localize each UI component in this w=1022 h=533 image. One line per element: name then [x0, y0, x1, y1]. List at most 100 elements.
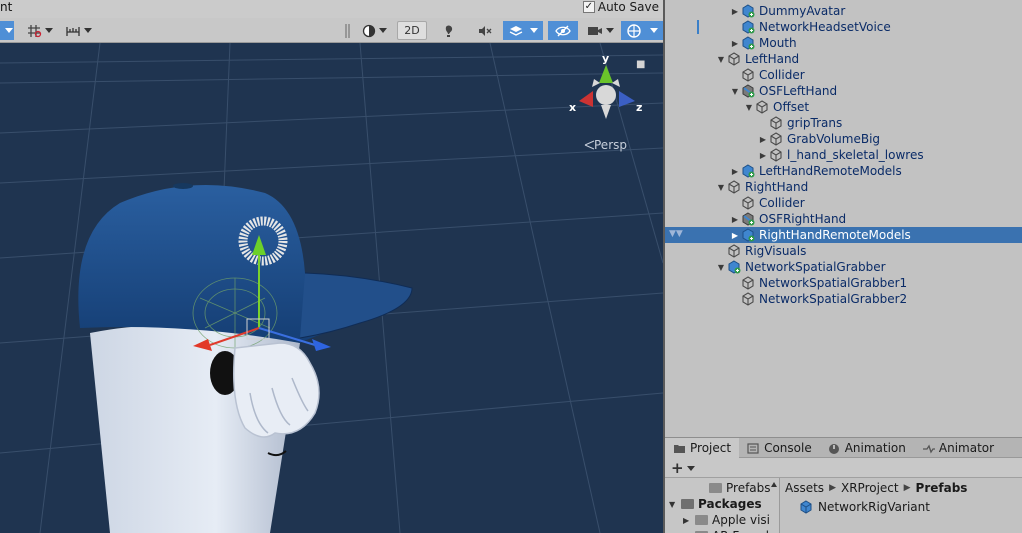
expand-arrow-icon[interactable]: ▼ — [669, 500, 681, 509]
tab-project[interactable]: Project — [665, 438, 740, 458]
hand-model — [233, 342, 320, 438]
override-marker — [697, 20, 699, 34]
persp-toggle[interactable]: Persp — [582, 138, 627, 152]
shading-mode-dropdown[interactable] — [357, 21, 391, 40]
collapse-arrow-icon[interactable]: ▶ — [729, 231, 741, 240]
draw-mode-dropdown[interactable] — [0, 21, 14, 40]
expand-arrow-icon[interactable]: ▼ — [729, 87, 741, 96]
add-asset-caret-icon[interactable] — [687, 466, 695, 471]
breadcrumb-item[interactable]: XRProject — [841, 481, 899, 495]
axis-label-x[interactable]: x — [569, 101, 576, 114]
hierarchy-row[interactable]: ▶ OSFRightHand — [665, 211, 1022, 227]
camera-dropdown[interactable] — [583, 21, 617, 40]
lighting-toggle[interactable] — [436, 21, 462, 40]
hierarchy-panel: ▶ DummyAvatar NetworkHeadsetVoice ▶ Mouth ▼ Le… — [665, 0, 1022, 437]
hierarchy-row[interactable]: ▶ DummyAvatar — [665, 3, 1022, 19]
hierarchy-row[interactable]: ▼ OSFLeftHand — [665, 83, 1022, 99]
asset-item[interactable]: NetworkRigVariant — [799, 500, 930, 514]
collapse-arrow-icon[interactable]: ▶ — [729, 215, 741, 224]
hierarchy-row-label: NetworkSpatialGrabber — [745, 260, 886, 274]
toggle-2d-button[interactable]: 2D — [397, 21, 427, 40]
visibility-marker-icon[interactable]: ▼▼ — [669, 229, 683, 239]
prefab-variant-icon — [741, 84, 755, 98]
expand-arrow-icon[interactable]: ▼ — [715, 183, 727, 192]
hierarchy-row[interactable]: ▶ LeftHandRemoteModels — [665, 163, 1022, 179]
hierarchy-row[interactable]: Collider — [665, 67, 1022, 83]
collapse-arrow-icon[interactable]: ▶ — [757, 151, 769, 160]
audio-toggle[interactable] — [472, 21, 498, 40]
collapse-arrow-icon[interactable]: ▶ — [683, 516, 695, 525]
scene-render — [0, 43, 663, 533]
scene-viewport[interactable]: y x z ■ Persp — [0, 43, 663, 533]
gameobject-icon — [769, 132, 783, 146]
scene-view[interactable]: nt ✓ Auto Save 2D y x z ■ Persp — [0, 0, 663, 533]
prefab-icon — [800, 500, 812, 514]
folder-open-icon — [681, 499, 694, 509]
auto-save-toggle[interactable]: ✓ Auto Save — [582, 0, 659, 14]
scroll-up-icon[interactable] — [771, 482, 777, 487]
gameobject-icon — [741, 68, 755, 82]
grid-snap-dropdown[interactable] — [22, 21, 56, 40]
hierarchy-row[interactable]: NetworkSpatialGrabber2 — [665, 291, 1022, 307]
folder-row[interactable]: ▶AR Found — [683, 528, 769, 533]
gameobject-icon — [727, 52, 741, 66]
hierarchy-row-label: LeftHandRemoteModels — [759, 164, 902, 178]
shading-sphere-icon — [362, 24, 375, 37]
hierarchy-row-label: Mouth — [759, 36, 797, 50]
axis-label-y[interactable]: y — [602, 52, 609, 65]
hierarchy-row[interactable]: ▼ Offset — [665, 99, 1022, 115]
expand-arrow-icon[interactable]: ▼ — [715, 263, 727, 272]
hierarchy-row-label: RightHand — [745, 180, 809, 194]
project-folder-tree[interactable]: Prefabs ▼ Packages▶ Apple visi▶AR Found — [665, 478, 780, 533]
hierarchy-row-label: NetworkSpatialGrabber1 — [759, 276, 908, 290]
hierarchy-row-label: GrabVolumeBig — [787, 132, 881, 146]
breadcrumb: Assets ▶ XRProject ▶ Prefabs — [785, 481, 967, 495]
hierarchy-row[interactable]: ▼ NetworkSpatialGrabber — [665, 259, 1022, 275]
gameobject-icon — [741, 292, 755, 306]
hierarchy-row[interactable]: ▶ RightHandRemoteModels — [665, 227, 1022, 243]
prefab-network-icon — [741, 36, 755, 50]
auto-save-checkbox[interactable]: ✓ — [582, 1, 595, 13]
gameobject-icon — [727, 244, 741, 258]
hierarchy-row-label: NetworkSpatialGrabber2 — [759, 292, 908, 306]
folder-row[interactable]: ▼ Packages — [669, 496, 762, 512]
hierarchy-row-label: OSFRightHand — [759, 212, 847, 226]
auto-save-label: Auto Save — [597, 0, 659, 14]
hierarchy-row-label: LeftHand — [745, 52, 800, 66]
hierarchy-row[interactable]: RigVisuals — [665, 243, 1022, 259]
expand-arrow-icon[interactable]: ▼ — [715, 55, 727, 64]
folder-row[interactable]: Prefabs — [697, 480, 771, 496]
collapse-arrow-icon[interactable]: ▶ — [729, 39, 741, 48]
hierarchy-row[interactable]: NetworkHeadsetVoice — [665, 19, 1022, 35]
add-asset-button[interactable]: + — [671, 459, 684, 477]
tab-animation[interactable]: Animation — [820, 438, 914, 458]
collapse-arrow-icon[interactable]: ▶ — [729, 167, 741, 176]
collapse-arrow-icon[interactable]: ▶ — [729, 7, 741, 16]
hierarchy-row[interactable]: ▶ GrabVolumeBig — [665, 131, 1022, 147]
scene-toolbar: 2D — [0, 18, 663, 43]
hierarchy-row[interactable]: Collider — [665, 195, 1022, 211]
expand-arrow-icon[interactable]: ▼ — [743, 103, 755, 112]
hierarchy-row[interactable]: ▶ Mouth — [665, 35, 1022, 51]
hierarchy-row[interactable]: ▼ LeftHand — [665, 51, 1022, 67]
hierarchy-row[interactable]: ▼ RightHand — [665, 179, 1022, 195]
tab-console[interactable]: Console — [739, 438, 820, 458]
project-asset-view[interactable]: Assets ▶ XRProject ▶ Prefabs NetworkRigVaria… — [781, 478, 1022, 533]
gizmo-globe-icon — [627, 23, 641, 38]
increment-snap-dropdown[interactable] — [61, 21, 95, 40]
hierarchy-row[interactable]: NetworkSpatialGrabber1 — [665, 275, 1022, 291]
breadcrumb-item[interactable]: Prefabs — [916, 481, 968, 495]
axis-label-z[interactable]: z — [636, 101, 642, 114]
tab-animator[interactable]: Animator — [914, 438, 1002, 458]
gizmos-dropdown[interactable] — [621, 21, 663, 40]
collapse-arrow-icon[interactable]: ▶ — [757, 135, 769, 144]
animation-icon — [828, 443, 840, 454]
lock-icon[interactable]: ■ — [636, 59, 645, 70]
hierarchy-row[interactable]: ▶ l_hand_skeletal_lowres — [665, 147, 1022, 163]
hierarchy-row[interactable]: gripTrans — [665, 115, 1022, 131]
effects-dropdown[interactable] — [503, 21, 543, 40]
scene-visibility-toggle[interactable] — [548, 21, 578, 40]
breadcrumb-item[interactable]: Assets — [785, 481, 824, 495]
prefab-network-icon — [741, 20, 755, 34]
folder-row[interactable]: ▶ Apple visi — [683, 512, 770, 528]
